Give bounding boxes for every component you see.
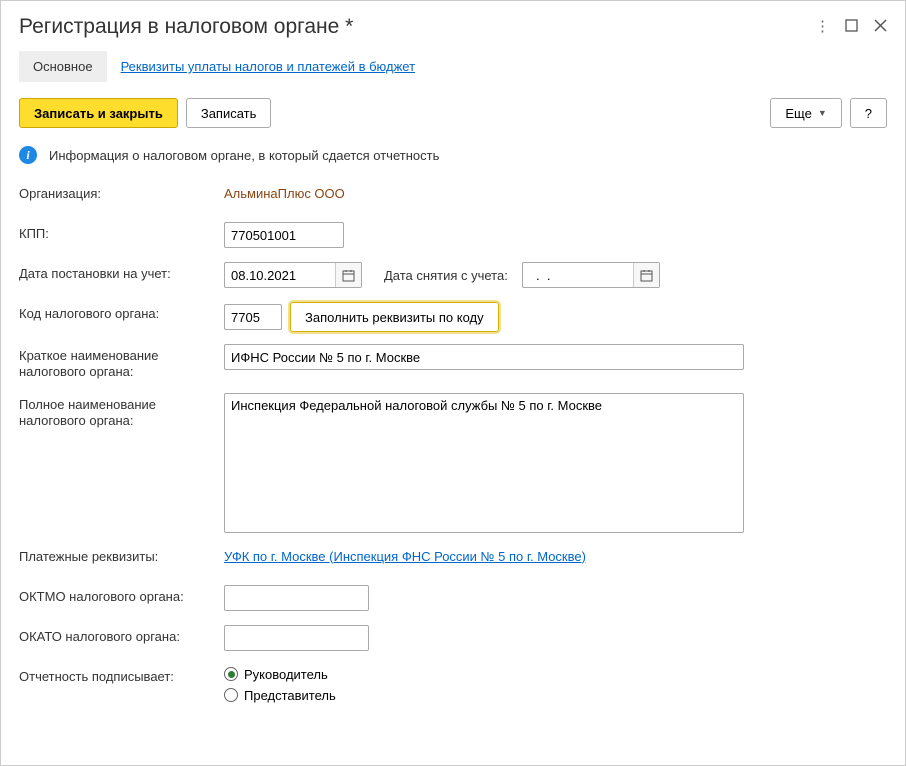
tab-payment-details[interactable]: Реквизиты уплаты налогов и платежей в бю… bbox=[107, 51, 429, 82]
save-and-close-button[interactable]: Записать и закрыть bbox=[19, 98, 178, 128]
label-deregistration-date: Дата снятия с учета: bbox=[384, 268, 508, 283]
maximize-icon[interactable] bbox=[845, 19, 858, 35]
input-oktmo[interactable] bbox=[224, 585, 369, 611]
help-button[interactable]: ? bbox=[850, 98, 887, 128]
close-icon[interactable] bbox=[874, 19, 887, 35]
input-tax-code[interactable] bbox=[224, 304, 282, 330]
more-label: Еще bbox=[785, 106, 811, 121]
input-okato[interactable] bbox=[224, 625, 369, 651]
label-payment-details: Платежные реквизиты: bbox=[19, 545, 224, 565]
radio-representative-label: Представитель bbox=[244, 688, 336, 703]
input-full-name[interactable] bbox=[224, 393, 744, 533]
chevron-down-icon: ▼ bbox=[818, 108, 827, 118]
tab-bar: Основное Реквизиты уплаты налогов и плат… bbox=[19, 51, 887, 82]
label-okato: ОКАТО налогового органа: bbox=[19, 625, 224, 645]
label-organization: Организация: bbox=[19, 182, 224, 202]
date-registration-wrap bbox=[224, 262, 362, 288]
label-full-name: Полное наименование налогового органа: bbox=[19, 393, 224, 430]
info-icon: i bbox=[19, 146, 37, 164]
label-kpp: КПП: bbox=[19, 222, 224, 242]
titlebar: Регистрация в налоговом органе * ⋮ bbox=[19, 15, 887, 39]
label-short-name: Краткое наименование налогового органа: bbox=[19, 344, 224, 381]
input-registration-date[interactable] bbox=[225, 263, 335, 287]
calendar-icon[interactable] bbox=[335, 263, 361, 287]
save-button[interactable]: Записать bbox=[186, 98, 272, 128]
signer-radio-group: Руководитель Представитель bbox=[224, 665, 336, 703]
info-banner: i Информация о налоговом органе, в котор… bbox=[19, 146, 887, 164]
input-kpp[interactable] bbox=[224, 222, 344, 248]
toolbar: Записать и закрыть Записать Еще ▼ ? bbox=[19, 98, 887, 128]
fill-by-code-button[interactable]: Заполнить реквизиты по коду bbox=[290, 302, 499, 332]
link-payment-details[interactable]: УФК по г. Москве (Инспекция ФНС России №… bbox=[224, 545, 586, 564]
label-tax-code: Код налогового органа: bbox=[19, 302, 224, 322]
window-title: Регистрация в налоговом органе * bbox=[19, 15, 353, 39]
value-organization: АльминаПлюс ООО bbox=[224, 182, 345, 201]
input-deregistration-date[interactable] bbox=[523, 263, 633, 287]
date-deregistration-wrap bbox=[522, 262, 660, 288]
radio-head-label: Руководитель bbox=[244, 667, 328, 682]
label-signer: Отчетность подписывает: bbox=[19, 665, 224, 685]
calendar-icon[interactable] bbox=[633, 263, 659, 287]
radio-representative[interactable]: Представитель bbox=[224, 688, 336, 703]
info-text: Информация о налоговом органе, в который… bbox=[49, 148, 439, 163]
more-button[interactable]: Еще ▼ bbox=[770, 98, 841, 128]
radio-head[interactable]: Руководитель bbox=[224, 667, 336, 682]
label-oktmo: ОКТМО налогового органа: bbox=[19, 585, 224, 605]
input-short-name[interactable] bbox=[224, 344, 744, 370]
label-registration-date: Дата постановки на учет: bbox=[19, 262, 224, 282]
radio-icon bbox=[224, 667, 238, 681]
tab-main[interactable]: Основное bbox=[19, 51, 107, 82]
radio-icon bbox=[224, 688, 238, 702]
